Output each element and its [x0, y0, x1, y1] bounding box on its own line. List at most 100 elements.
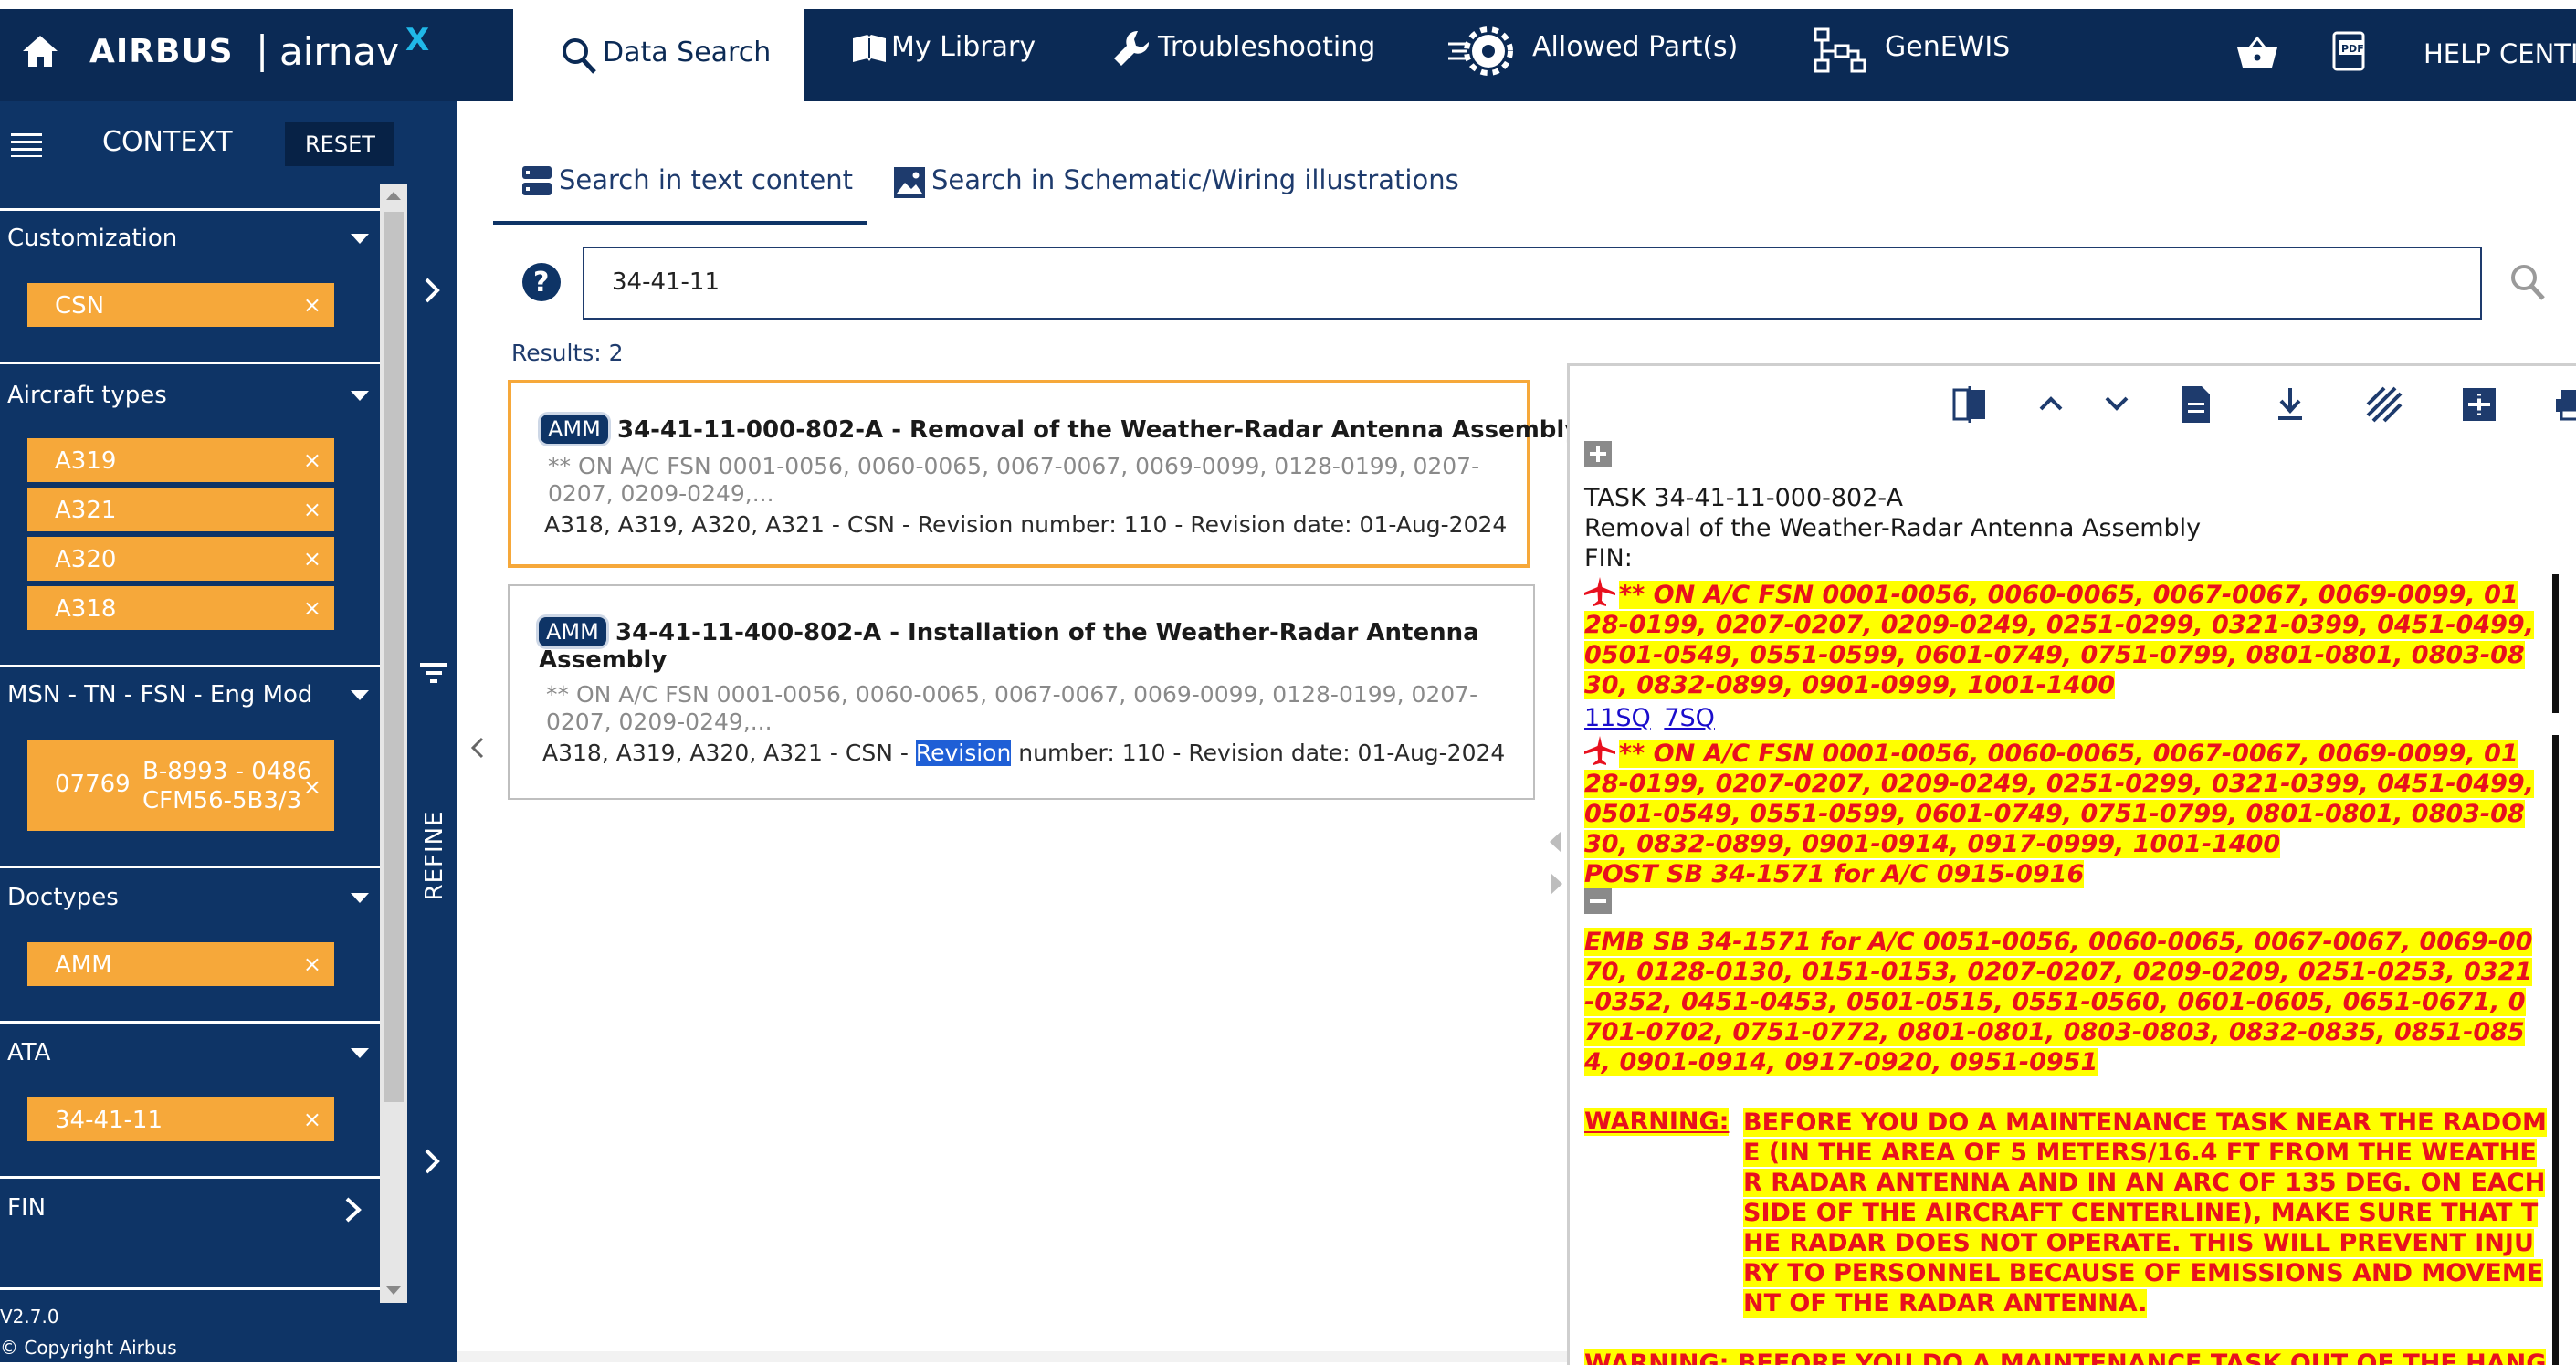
chevron-left-icon[interactable] [469, 736, 486, 760]
download-icon[interactable] [2275, 386, 2306, 423]
result-title: 34-41-11-400-802-A - Installation of the… [615, 619, 1479, 646]
refine-label: REFINE [421, 810, 448, 901]
close-icon[interactable]: × [303, 595, 321, 621]
chevron-right-icon[interactable] [422, 1147, 442, 1176]
applicability-block: ** ON A/C FSN 0001-0056, 0060-0065, 0067… [1584, 580, 2552, 700]
version-label: V2.7.0 [0, 1306, 59, 1328]
home-icon[interactable] [20, 33, 60, 73]
filter-chip[interactable]: A320 × [27, 537, 334, 581]
collapse-minus-icon[interactable] [1584, 888, 1612, 914]
result-meta: A318, A319, A320, A321 - CSN - Revision … [542, 740, 1505, 766]
chip-label: A320 [55, 546, 117, 573]
help-circle-icon[interactable]: ? [522, 263, 561, 301]
applicability-line: 30, 0832-0899, 0901-0999, 1001-1400 [1584, 671, 2116, 699]
close-icon[interactable]: × [303, 447, 321, 473]
menu-icon[interactable] [11, 131, 42, 161]
tab-allowed-parts[interactable]: Allowed Part(s) [1446, 24, 1739, 88]
applicability-line: ** ON A/C FSN 0001-0056, 0060-0065, 0067… [1619, 740, 2518, 768]
results-count: Results: 2 [511, 340, 624, 366]
split-view-icon[interactable] [1951, 384, 1988, 425]
close-icon[interactable]: × [303, 774, 321, 800]
chevron-up-icon[interactable] [2037, 394, 2065, 414]
sq-link[interactable]: 11SQ [1584, 704, 1651, 732]
expand-right-arrow-icon[interactable] [1547, 871, 1565, 897]
tab-my-library[interactable]: My Library [849, 24, 1050, 88]
filter-chip[interactable]: CSN × [27, 283, 334, 327]
document-icon[interactable] [2180, 384, 2213, 425]
search-icon[interactable] [2509, 263, 2546, 301]
close-icon[interactable]: × [303, 292, 321, 318]
close-icon[interactable]: × [303, 497, 321, 522]
tab-data-search[interactable]: Data Search [513, 9, 804, 102]
filter-chip[interactable]: AMM × [27, 942, 334, 986]
applicability-line: 30, 0832-0899, 0901-0914, 0917-0999, 100… [1584, 830, 2281, 858]
reset-button[interactable]: RESET [285, 122, 394, 166]
basket-icon[interactable] [2235, 35, 2279, 75]
refine-toggle[interactable]: REFINE [418, 802, 451, 911]
section-msn-header[interactable]: MSN - TN - FSN - Eng Mod [0, 672, 380, 718]
warning-line: SIDE OF THE AIRCRAFT CENTERLINE), MAKE S… [1743, 1199, 2539, 1227]
task-title: Removal of the Weather-Radar Antenna Ass… [1584, 514, 2202, 542]
gear-part-icon [1448, 26, 1513, 76]
section-title: MSN - TN - FSN - Eng Mod [7, 681, 313, 709]
active-tab-underline [493, 221, 867, 225]
hatch-pattern-icon[interactable] [2366, 386, 2403, 423]
applicability-block: ** ON A/C FSN 0001-0056, 0060-0065, 0067… [1584, 739, 2552, 889]
print-icon[interactable] [2556, 388, 2576, 421]
meta-text: number: 110 - Revision date: 01-Aug-2024 [1011, 740, 1506, 766]
airnav-logo: airnav [279, 29, 400, 74]
result-applicability: ** ON A/C FSN 0001-0056, 0060-0065, 0067… [546, 681, 1478, 708]
result-card[interactable]: AMM 34-41-11-000-802-A - Removal of the … [508, 380, 1580, 568]
chevron-right-icon[interactable] [422, 276, 442, 305]
fullscreen-icon[interactable] [2461, 384, 2497, 425]
fin-label: FIN: [1584, 544, 1633, 572]
wrench-icon [1114, 30, 1150, 66]
search-input[interactable]: 34-41-11 [583, 247, 2482, 320]
close-icon[interactable]: × [303, 546, 321, 572]
network-diagram-icon [1814, 27, 1866, 73]
warning-line: R RADAR ANTENNA AND IN AN ARC OF 135 DEG… [1743, 1169, 2546, 1197]
close-icon[interactable]: × [303, 1107, 321, 1132]
scroll-up-arrow-icon[interactable] [384, 188, 404, 203]
filter-chip[interactable]: A319 × [27, 438, 334, 482]
collapse-left-arrow-icon[interactable] [1547, 829, 1565, 855]
tab-label: Search in Schematic/Wiring illustrations [931, 164, 1459, 195]
section-divider [0, 866, 380, 868]
sidebar-scrollbar-thumb[interactable] [384, 212, 404, 1102]
tab-genewis[interactable]: GenEWIS [1814, 24, 2051, 88]
section-customization-header[interactable]: Customization [0, 215, 380, 261]
section-aircraft-types-header[interactable]: Aircraft types [0, 373, 380, 418]
result-title: 34-41-11-000-802-A - Removal of the Weat… [617, 416, 1581, 444]
reset-label: RESET [305, 131, 375, 157]
pdf-icon[interactable]: PDF [2330, 29, 2371, 77]
section-title: Doctypes [7, 884, 119, 911]
image-icon [894, 167, 925, 198]
result-card[interactable]: AMM 34-41-11-400-802-A - Installation of… [508, 584, 1535, 800]
tab-troubleshooting[interactable]: Troubleshooting [1110, 24, 1384, 88]
filter-chip[interactable]: A318 × [27, 586, 334, 630]
filter-chip-msn[interactable]: 07769 B-8993 - 0486 CFM56-5B3/3 × [27, 740, 334, 831]
bottom-strip [457, 1351, 1567, 1362]
chip-msn-id: 07769 [55, 771, 131, 798]
expand-plus-icon[interactable] [1584, 441, 1612, 467]
scroll-down-arrow-icon[interactable] [384, 1284, 404, 1298]
filter-icon[interactable] [418, 661, 449, 685]
tab-search-schematic[interactable]: Search in Schematic/Wiring illustrations [891, 155, 1476, 210]
help-center-link[interactable]: HELP CENTI [2424, 38, 2576, 69]
selected-text-highlight: Revision [915, 740, 1012, 766]
caret-down-icon [351, 1048, 369, 1058]
section-fin-header[interactable]: FIN [0, 1187, 380, 1233]
result-applicability-cont: 0207, 0209-0249,... [548, 480, 774, 507]
result-meta: A318, A319, A320, A321 - CSN - Revision … [544, 511, 1508, 538]
section-title: FIN [7, 1194, 47, 1222]
result-applicability-cont: 0207, 0209-0249,... [546, 709, 773, 735]
section-doctypes-header[interactable]: Doctypes [0, 875, 380, 920]
tab-search-text-content[interactable]: Search in text content [493, 155, 867, 226]
sq-link[interactable]: 7SQ [1664, 704, 1715, 732]
filter-chip[interactable]: 34-41-11 × [27, 1097, 334, 1141]
section-ata-header[interactable]: ATA [0, 1030, 380, 1076]
close-icon[interactable]: × [303, 951, 321, 977]
filter-chip[interactable]: A321 × [27, 488, 334, 531]
warning-line: BEFORE YOU DO A MAINTENANCE TASK NEAR TH… [1743, 1108, 2547, 1137]
chevron-down-icon[interactable] [2103, 394, 2130, 414]
